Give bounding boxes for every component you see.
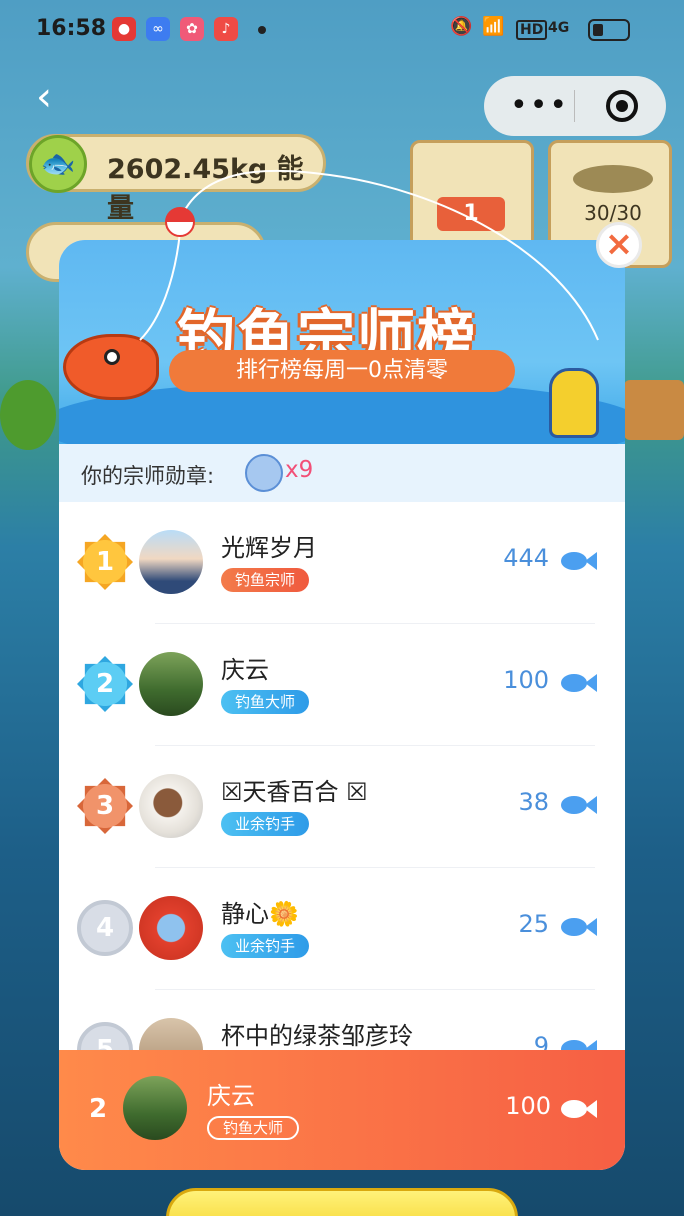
hd-icon: HD bbox=[516, 20, 548, 40]
score: 100 bbox=[503, 666, 549, 694]
title-badge: 业余钓手 bbox=[221, 812, 310, 836]
carp-mascot-icon bbox=[63, 334, 159, 400]
fish-icon bbox=[561, 550, 597, 572]
more-notifications-dot-icon bbox=[258, 26, 266, 34]
player-name: 庆云 bbox=[221, 656, 269, 684]
fish-icon bbox=[561, 916, 597, 938]
title-badge: 钓鱼大师 bbox=[221, 690, 310, 714]
title-badge: 钓鱼宗师 bbox=[221, 568, 310, 592]
player-name: 静心🌼 bbox=[221, 900, 299, 928]
app-notification-icon: ✿ bbox=[180, 17, 204, 41]
wifi-icon: 📶 bbox=[482, 16, 505, 37]
list-item[interactable]: 3 ☒天香百合 ☒ 业余钓手 38 bbox=[59, 746, 625, 868]
catch-count: 30/30 bbox=[584, 201, 642, 225]
island-decoration bbox=[624, 380, 684, 440]
my-rank: 2 bbox=[89, 1094, 108, 1124]
tree-decoration bbox=[0, 380, 56, 450]
chevron-left-icon: ‹ bbox=[36, 74, 52, 120]
master-medal-icon bbox=[245, 454, 283, 492]
fish-icon bbox=[561, 1038, 597, 1050]
medal-label: 你的宗师勋章: bbox=[81, 464, 215, 488]
list-item[interactable]: 5 杯中的绿茶邹彦玲 9 bbox=[59, 990, 625, 1050]
signal-icon: 4G bbox=[548, 20, 570, 36]
fish-icon bbox=[561, 672, 597, 694]
leaderboard-banner: 钓鱼宗师榜 排行榜每周一0点清零 bbox=[59, 240, 625, 470]
cast-button[interactable] bbox=[166, 1188, 518, 1216]
list-item[interactable]: 4 静心🌼 业余钓手 25 bbox=[59, 868, 625, 990]
close-icon: × bbox=[604, 224, 634, 264]
avatar bbox=[139, 1018, 203, 1050]
avatar bbox=[123, 1076, 187, 1140]
status-time: 16:58 bbox=[36, 16, 107, 41]
avatar bbox=[139, 652, 203, 716]
list-item[interactable]: 1 光辉岁月 钓鱼宗师 444 bbox=[59, 502, 625, 624]
fisher-mascot-icon bbox=[549, 368, 599, 438]
music-app-icon: ♪ bbox=[214, 17, 238, 41]
fish-icon bbox=[561, 794, 597, 816]
fish-icon bbox=[561, 1098, 597, 1120]
capsule-divider bbox=[574, 90, 575, 122]
score: 25 bbox=[518, 910, 549, 938]
mute-bell-icon: 🔕 bbox=[450, 16, 473, 37]
player-name: 庆云 bbox=[207, 1082, 255, 1110]
score: 38 bbox=[518, 788, 549, 816]
score: 100 bbox=[505, 1092, 551, 1120]
list-item[interactable]: 2 庆云 钓鱼大师 100 bbox=[59, 624, 625, 746]
status-bar: 16:58 ● ∞ ✿ ♪ 🔕 📶 HD 4G bbox=[0, 0, 684, 60]
more-dots-icon[interactable]: ••• bbox=[510, 88, 569, 123]
avatar bbox=[139, 774, 203, 838]
title-badge: 业余钓手 bbox=[221, 934, 310, 958]
battery-icon bbox=[588, 19, 630, 41]
player-name: 杯中的绿茶邹彦玲 bbox=[221, 1022, 413, 1050]
mini-program-capsule: ••• bbox=[484, 76, 666, 136]
close-button[interactable]: × bbox=[596, 222, 642, 268]
rank-badge-gold-icon: 1 bbox=[77, 534, 133, 590]
avatar bbox=[139, 530, 203, 594]
my-rank-row[interactable]: 2 庆云 钓鱼大师 100 bbox=[59, 1050, 625, 1170]
app-notification-icon: ● bbox=[112, 17, 136, 41]
score: 9 bbox=[533, 1032, 549, 1050]
rank-badge: 4 bbox=[77, 900, 133, 956]
energy-counter: 🐟 2602.45kg 能量 bbox=[26, 134, 326, 224]
target-icon[interactable] bbox=[606, 90, 638, 122]
board-rank-label: 1 bbox=[437, 197, 505, 231]
back-button[interactable]: ‹ bbox=[36, 72, 76, 122]
leaderboard-modal: 钓鱼宗师榜 排行榜每周一0点清零 你的宗师勋章: x9 1 光辉岁月 钓鱼宗师 … bbox=[59, 240, 625, 1170]
rank-badge-bronze-icon: 3 bbox=[77, 778, 133, 834]
energy-text: 2602.45kg 能量 bbox=[107, 154, 304, 224]
player-name: 光辉岁月 bbox=[221, 534, 317, 562]
app-notification-icon: ∞ bbox=[146, 17, 170, 41]
avatar bbox=[139, 896, 203, 960]
fish-icon bbox=[573, 165, 653, 193]
my-medal-strip: 你的宗师勋章: x9 bbox=[59, 444, 625, 502]
rank-badge-silver-icon: 2 bbox=[77, 656, 133, 712]
leaderboard-list[interactable]: 1 光辉岁月 钓鱼宗师 444 2 庆云 钓鱼大师 100 3 ☒天香百合 ☒ … bbox=[59, 502, 625, 1050]
medal-count: x9 bbox=[285, 457, 314, 483]
rank-badge: 5 bbox=[77, 1022, 133, 1050]
leaderboard-subtitle: 排行榜每周一0点清零 bbox=[169, 350, 515, 392]
player-name: ☒天香百合 ☒ bbox=[221, 778, 368, 806]
score: 444 bbox=[503, 544, 549, 572]
title-badge: 钓鱼大师 bbox=[207, 1116, 300, 1140]
fish-energy-icon: 🐟 bbox=[29, 135, 87, 193]
